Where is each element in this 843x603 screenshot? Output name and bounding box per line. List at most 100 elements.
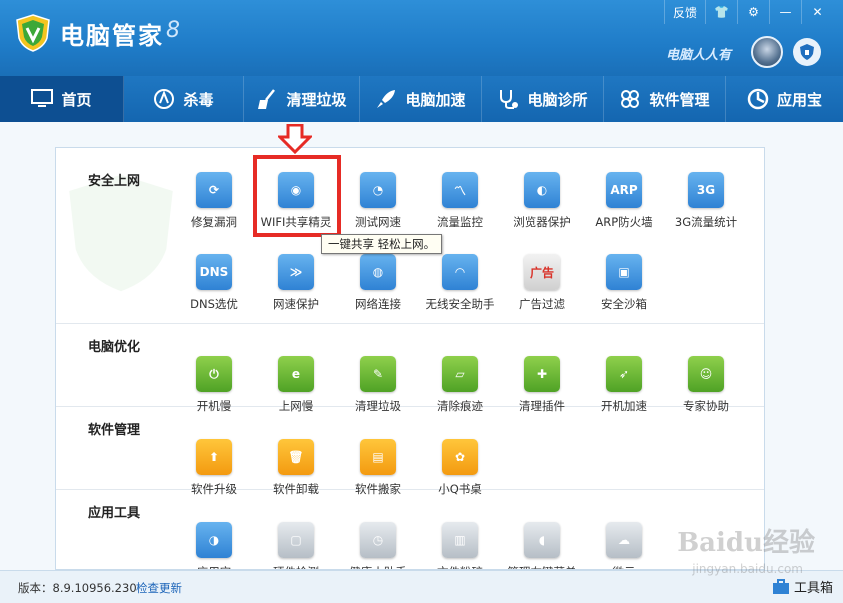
main-content: 安全上网 ⟳ 修复漏洞 ◉ WIFI共享精灵 ◔ 测试网速〽流量监控 ◐ 浏览器保护 ARP AR… — [0, 122, 843, 570]
baidu-watermark: Baidu经验 — [677, 528, 815, 558]
tool-item[interactable]: ✎ 清理垃圾 — [338, 356, 418, 414]
repair-icon: ⟳ — [196, 172, 232, 208]
speedometer-icon: ◔ — [360, 172, 396, 208]
tools-panel: 安全上网 ⟳ 修复漏洞 ◉ WIFI共享精灵 ◔ 测试网速〽流量监控 ◐ 浏览器保护 ARP AR… — [55, 147, 765, 570]
main-nav: 首页 杀毒 清理垃圾 电脑加速 电脑诊所 软件管理 应用宝 — [0, 76, 843, 122]
ie-icon: e — [278, 356, 314, 392]
tool-item[interactable]: ☺ 专家协助 — [666, 356, 746, 414]
stethoscope-icon — [497, 88, 519, 110]
section-software-management: 软件管理 ⬆ 软件升级 🗑 软件卸载 ▤ 软件搬家 ✿ 小Q书桌 — [56, 407, 764, 496]
alarm-clock-icon: ◷ — [360, 522, 396, 558]
tool-item[interactable]: ➶ 开机加速 — [584, 356, 664, 414]
cloud-icon: ☁ — [606, 522, 642, 558]
section-title: 电脑优化 — [88, 340, 141, 355]
tool-item[interactable]: 🗑 软件卸载 — [256, 439, 336, 497]
hardware-icon: ▢ — [278, 522, 314, 558]
tool-label: 测试网速 — [355, 215, 401, 229]
tab-clean-label: 清理垃圾 — [286, 90, 347, 109]
tool-item[interactable]: ⟳ 修复漏洞 — [174, 172, 254, 230]
security-shield-icon[interactable] — [793, 38, 821, 66]
tool-item[interactable]: ▥文件粉碎 — [420, 522, 500, 569]
tab-clean[interactable]: 清理垃圾 — [244, 76, 360, 122]
toolbox-icon — [772, 578, 789, 594]
tool-item[interactable]: ◑应用宝 — [174, 522, 254, 569]
trash-icon: 🗑 — [278, 439, 314, 475]
traffic-chart-icon: 〽 — [442, 172, 478, 208]
user-name[interactable]: 电脑人人有 — [666, 44, 731, 63]
ad-block-icon: 广告 — [524, 254, 560, 290]
toolbox-label: 工具箱 — [793, 581, 833, 596]
section-title: 软件管理 — [88, 423, 141, 438]
tab-software[interactable]: 软件管理 — [604, 76, 726, 122]
tool-item[interactable]: ARP ARP防火墙 — [584, 172, 664, 230]
check-update-link[interactable]: 检查更新 — [136, 580, 182, 596]
truck-icon: ▤ — [360, 439, 396, 475]
feedback-button[interactable]: 反馈 — [663, 0, 705, 24]
app-treasure-icon: ◑ — [196, 522, 232, 558]
globe-icon: ◍ — [360, 254, 396, 290]
wifi-tooltip: 一键共享 轻松上网。 — [321, 234, 443, 254]
tool-item[interactable]: ✿ 小Q书桌 — [420, 439, 500, 497]
tool-item[interactable]: ◐ 浏览器保护 — [502, 172, 582, 230]
clover-icon: ✿ — [442, 439, 478, 475]
power-icon: ⏻ — [196, 356, 232, 392]
upgrade-icon: ⬆ — [196, 439, 232, 475]
tool-item[interactable]: ▤ 软件搬家 — [338, 439, 418, 497]
toolbox-button[interactable]: 工具箱 — [772, 577, 833, 596]
tool-label: 浏览器保护 — [513, 215, 571, 229]
shredder-icon: ▥ — [442, 522, 478, 558]
settings-icon[interactable]: ⚙ — [737, 0, 769, 24]
tool-item[interactable]: ▣ 安全沙箱 — [584, 254, 664, 312]
tab-home-label: 首页 — [61, 90, 92, 109]
tool-label: 修复漏洞 — [191, 215, 237, 229]
baidu-watermark-url: jingyan.baidu.com — [692, 562, 803, 576]
tool-item[interactable]: ◠ 无线安全助手 — [420, 254, 500, 312]
tool-item[interactable]: DNS DNS选优 — [174, 254, 254, 312]
logo-shield-icon — [16, 14, 50, 52]
tool-item[interactable]: ▢硬件检测 — [256, 522, 336, 569]
wireless-icon: ◠ — [442, 254, 478, 290]
skin-icon[interactable]: 👕 — [705, 0, 737, 24]
tool-item[interactable]: ◖管理右键菜单 — [502, 522, 582, 569]
tool-item[interactable]: e 上网慢 — [256, 356, 336, 414]
tool-item[interactable]: ◔ 测试网速 — [338, 172, 418, 230]
tool-item[interactable]: ⬆ 软件升级 — [174, 439, 254, 497]
minimize-button[interactable]: — — [769, 0, 801, 24]
tab-home[interactable]: 首页 — [0, 76, 124, 122]
close-button[interactable]: ✕ — [801, 0, 833, 24]
tool-item[interactable]: ☁微云 — [584, 522, 664, 569]
highlight-box — [253, 155, 341, 237]
tool-item[interactable]: ≫ 网速保护 — [256, 254, 336, 312]
broom-icon — [256, 88, 278, 110]
tool-item[interactable]: 广告 广告过滤 — [502, 254, 582, 312]
tool-label: 安全沙箱 — [601, 297, 647, 311]
tool-item[interactable]: 3G 3G流量统计 — [666, 172, 746, 230]
tool-item[interactable]: ✚ 清理插件 — [502, 356, 582, 414]
eraser-icon: ▱ — [442, 356, 478, 392]
software-icon — [619, 88, 641, 110]
browser-shield-icon: ◐ — [524, 172, 560, 208]
avatar[interactable] — [751, 36, 783, 68]
window-controls: 反馈 👕 ⚙ — ✕ — [663, 0, 833, 24]
tab-clinic[interactable]: 电脑诊所 — [482, 76, 604, 122]
tool-item[interactable]: ◍ 网络连接 — [338, 254, 418, 312]
tab-speedup[interactable]: 电脑加速 — [360, 76, 482, 122]
app-treasure-icon — [747, 88, 769, 110]
broom-icon: ✎ — [360, 356, 396, 392]
rocket-icon: ➶ — [606, 356, 642, 392]
tool-item[interactable]: ▱ 清除痕迹 — [420, 356, 500, 414]
version-text: 版本：8.9.10956.230 — [18, 581, 137, 595]
title-bar: 电脑管家 8 反馈 👕 ⚙ — ✕ 电脑人人有 — [0, 0, 843, 76]
speed-shield-icon: ≫ — [278, 254, 314, 290]
tool-label: 3G流量统计 — [674, 215, 738, 229]
tab-antivirus[interactable]: 杀毒 — [124, 76, 244, 122]
tool-label: 无线安全助手 — [425, 297, 495, 311]
3g-icon: 3G — [688, 172, 724, 208]
tab-clinic-label: 电脑诊所 — [527, 90, 588, 109]
tool-item[interactable]: 〽流量监控 — [420, 172, 500, 230]
tab-app-treasure[interactable]: 应用宝 — [726, 76, 843, 122]
tool-item[interactable]: ◷健康小助手 — [338, 522, 418, 569]
tool-item[interactable]: ⏻ 开机慢 — [174, 356, 254, 414]
arp-icon: ARP — [606, 172, 642, 208]
section-title: 应用工具 — [88, 506, 141, 521]
